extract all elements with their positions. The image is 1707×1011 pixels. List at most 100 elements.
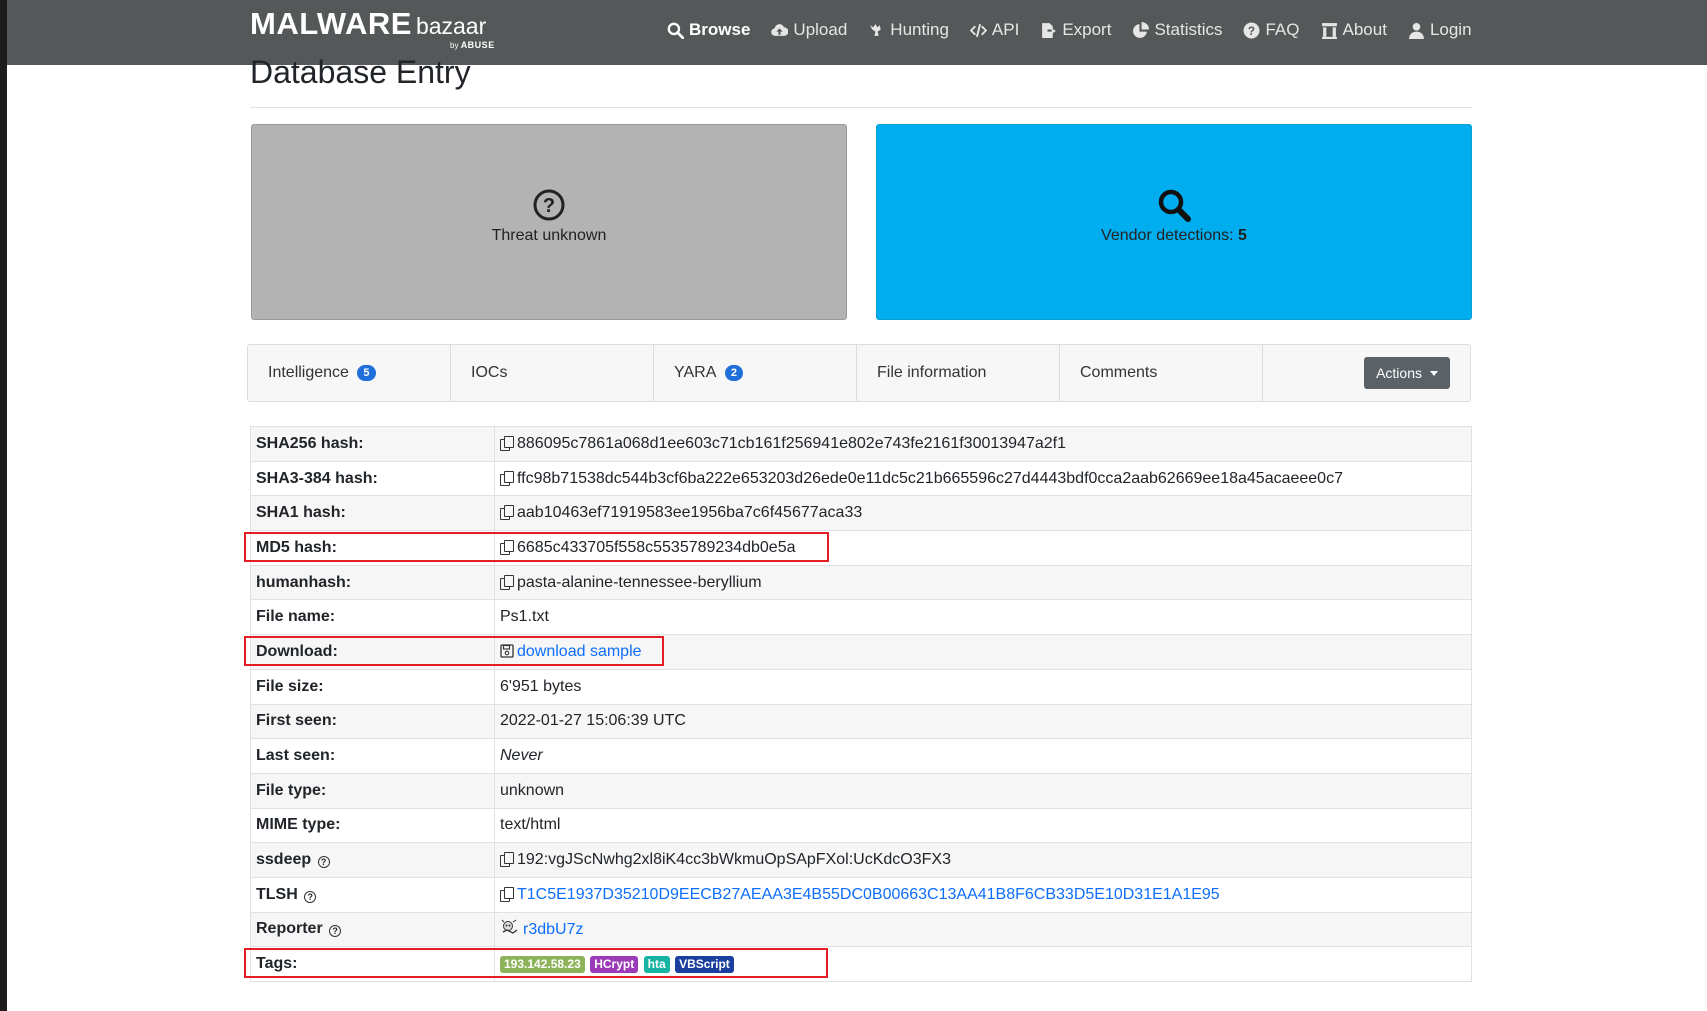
nav-faq-label: FAQ <box>1265 20 1300 39</box>
reporter-key: Reporter <box>256 920 323 938</box>
tab-comments-label: Comments <box>1080 364 1158 381</box>
table-row: MIME type: text/html <box>250 807 1472 844</box>
nav-about[interactable]: About <box>1321 20 1387 40</box>
sha1-value-cell: aab10463ef71919583ee1956ba7c6f45677aca33 <box>494 495 1472 532</box>
tab-bar: Intelligence 5 IOCs YARA 2 File informat… <box>247 344 1471 402</box>
vendor-detections-card: Vendor detections: 5 <box>876 124 1472 320</box>
nav-statistics[interactable]: Statistics <box>1132 20 1222 40</box>
sha256-value: 886095c7861a068d1ee603c71cb161f256941e80… <box>517 434 1066 452</box>
table-row: SHA3-384 hash: ffc98b71538dc544b3cf6ba22… <box>250 460 1472 497</box>
sha3-value-cell: ffc98b71538dc544b3cf6ba222e653203d26ede0… <box>494 460 1472 497</box>
table-row: File type: unknown <box>250 772 1472 809</box>
sha3-value: ffc98b71538dc544b3cf6ba222e653203d26ede0… <box>517 469 1343 487</box>
table-row: File size: 6'951 bytes <box>250 668 1472 705</box>
tlsh-key-cell: TLSH ? <box>250 876 495 913</box>
sample-info-table: SHA256 hash: 886095c7861a068d1ee603c71cb… <box>250 426 1472 982</box>
lastseen-value: Never <box>494 738 1472 774</box>
tab-yara-label: YARA <box>674 364 717 381</box>
humanhash-value: pasta-alanine-tennessee-beryllium <box>517 573 762 591</box>
humanhash-value-cell: pasta-alanine-tennessee-beryllium <box>494 564 1472 601</box>
threat-card: ? Threat unknown <box>251 124 847 320</box>
sha3-key: SHA3-384 hash: <box>250 460 495 497</box>
nav-hunting[interactable]: Hunting <box>868 20 949 40</box>
nav-export-label: Export <box>1062 20 1112 39</box>
yara-count-badge: 2 <box>724 365 743 381</box>
sha256-value-cell: 886095c7861a068d1ee603c71cb161f256941e80… <box>494 426 1472 462</box>
copy-icon[interactable] <box>500 435 514 451</box>
brand-org-text: ABUSE <box>460 40 495 50</box>
pie-chart-icon <box>1133 21 1150 38</box>
search-icon <box>1158 189 1191 222</box>
nav-api-label: API <box>991 20 1020 39</box>
filesize-value: 6'951 bytes <box>494 668 1472 705</box>
nav-upload-label: Upload <box>793 20 848 39</box>
nav-upload[interactable]: Upload <box>771 20 847 40</box>
svg-text:?: ? <box>1248 24 1255 37</box>
copy-icon[interactable] <box>500 505 514 521</box>
nav-hunting-label: Hunting <box>890 20 949 39</box>
title-divider <box>250 107 1472 108</box>
help-icon[interactable]: ? <box>329 925 342 938</box>
nav-export[interactable]: Export <box>1040 20 1111 40</box>
question-circle-icon: ? <box>1244 22 1260 38</box>
reporter-value-cell: r3dbU7z <box>494 911 1472 948</box>
cloud-upload-icon <box>771 23 789 36</box>
sha256-key: SHA256 hash: <box>250 426 495 462</box>
reporter-link[interactable]: r3dbU7z <box>523 921 583 938</box>
nav-login[interactable]: Login <box>1408 20 1472 40</box>
nav-statistics-label: Statistics <box>1154 20 1223 39</box>
sha1-key: SHA1 hash: <box>250 495 495 532</box>
question-circle-icon: ? <box>533 189 565 221</box>
copy-icon[interactable] <box>500 852 514 868</box>
institution-icon <box>1321 22 1337 39</box>
nav-api[interactable]: API <box>969 20 1020 40</box>
vendor-detections-count: 5 <box>1238 227 1247 244</box>
ssdeep-value-cell: 192:vgJScNwhg2xl8iK4cc3bWkmuOpSApFXol:Uc… <box>494 842 1472 878</box>
tab-yara[interactable]: YARA 2 <box>654 345 857 401</box>
hunting-icon <box>870 23 882 36</box>
nav-browse[interactable]: Browse <box>667 20 750 40</box>
filename-value: Ps1.txt <box>494 599 1472 636</box>
threat-card-text: Threat unknown <box>491 227 607 244</box>
ssdeep-key-cell: ssdeep ? <box>250 842 495 878</box>
filetype-key: File type: <box>250 772 495 809</box>
actions-dropdown-button[interactable]: Actions <box>1364 357 1450 389</box>
copy-icon[interactable] <box>500 574 514 590</box>
tlsh-link[interactable]: T1C5E1937D35210D9EECB27AEAA3E4B55DC0B006… <box>517 886 1220 903</box>
table-row: First seen: 2022-01-27 15:06:39 UTC <box>250 703 1472 740</box>
tab-intelligence[interactable]: Intelligence 5 <box>248 345 451 401</box>
help-icon[interactable]: ? <box>317 856 330 869</box>
firstseen-key: First seen: <box>250 703 495 740</box>
reporter-key-cell: Reporter ? <box>250 911 495 948</box>
nav-login-label: Login <box>1429 20 1472 39</box>
copy-icon[interactable] <box>500 470 514 486</box>
tab-comments[interactable]: Comments <box>1060 345 1263 401</box>
table-row: Last seen: Never <box>250 738 1472 774</box>
humanhash-key: humanhash: <box>250 564 495 601</box>
tab-intelligence-label: Intelligence <box>268 364 349 381</box>
tab-iocs[interactable]: IOCs <box>451 345 654 401</box>
sha1-value: aab10463ef71919583ee1956ba7c6f45677aca33 <box>517 504 863 522</box>
help-icon[interactable]: ? <box>304 890 317 903</box>
nav-faq[interactable]: ? FAQ <box>1243 20 1300 40</box>
ssdeep-key: ssdeep <box>256 851 312 869</box>
tab-file-information-label: File information <box>877 364 987 381</box>
vendor-detections-label: Vendor detections: <box>1101 227 1239 244</box>
copy-icon[interactable] <box>500 886 514 902</box>
ssdeep-value: 192:vgJScNwhg2xl8iK4cc3bWkmuOpSApFXol:Uc… <box>517 851 951 869</box>
table-row: TLSH ? T1C5E1937D35210D9EECB27AEAA3E4B55… <box>250 876 1472 913</box>
filename-key: File name: <box>250 599 495 636</box>
svg-text:?: ? <box>543 195 555 217</box>
table-row: ssdeep ? 192:vgJScNwhg2xl8iK4cc3bWkmuOpS… <box>250 842 1472 878</box>
table-row: File name: Ps1.txt <box>250 599 1472 636</box>
filetype-value: unknown <box>494 772 1472 809</box>
export-icon <box>1042 22 1057 38</box>
brand-by-line: by ABUSE <box>450 40 495 50</box>
brand-logo[interactable]: MALWARE bazaar by ABUSE <box>250 6 494 50</box>
mimetype-key: MIME type: <box>250 807 495 844</box>
tab-file-information[interactable]: File information <box>857 345 1060 401</box>
code-icon <box>969 23 987 37</box>
filesize-key: File size: <box>250 668 495 705</box>
nav-browse-label: Browse <box>689 20 751 39</box>
tlsh-value-cell: T1C5E1937D35210D9EECB27AEAA3E4B55DC0B006… <box>494 876 1472 913</box>
